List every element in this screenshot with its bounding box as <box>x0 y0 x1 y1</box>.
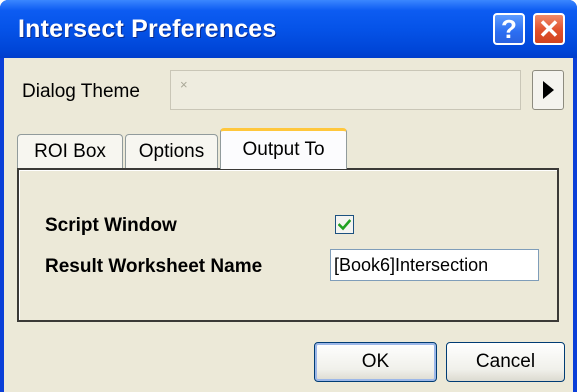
dialog-body: Dialog Theme × ROI Box Options Output To… <box>4 58 573 392</box>
checkmark-icon <box>338 218 351 230</box>
close-icon: ✕ <box>538 13 560 44</box>
result-worksheet-label: Result Worksheet Name <box>45 256 263 277</box>
script-window-checkbox[interactable] <box>335 215 354 234</box>
cancel-button-label: Cancel <box>475 351 536 372</box>
help-button[interactable]: ? <box>493 13 525 45</box>
output-to-panel: Script Window Result Worksheet Name <box>17 168 559 322</box>
tab-label: Options <box>138 140 205 162</box>
dialog-theme-field: × <box>170 70 521 110</box>
title-bar[interactable]: Intersect Preferences ? ✕ <box>0 0 577 58</box>
tab-output-to[interactable]: Output To <box>220 128 347 169</box>
help-icon: ? <box>501 13 517 44</box>
tab-label: Output To <box>242 139 325 160</box>
tab-roi-box[interactable]: ROI Box <box>17 134 123 168</box>
tab-label: ROI Box <box>34 140 106 162</box>
ok-button-label: OK <box>361 351 390 372</box>
cancel-button[interactable]: Cancel <box>446 342 565 382</box>
dialog-theme-label: Dialog Theme <box>22 81 140 102</box>
dialog-window: Intersect Preferences ? ✕ Dialog Theme ×… <box>0 0 577 392</box>
theme-menu-button[interactable] <box>532 70 564 110</box>
script-window-label: Script Window <box>45 215 177 236</box>
close-button[interactable]: ✕ <box>533 13 565 45</box>
arrow-right-icon <box>542 81 554 99</box>
window-title: Intersect Preferences <box>18 15 277 43</box>
dialog-theme-value: × <box>180 77 188 92</box>
ok-button[interactable]: OK <box>314 342 437 382</box>
result-worksheet-input[interactable] <box>330 249 539 281</box>
tab-options[interactable]: Options <box>125 134 218 168</box>
